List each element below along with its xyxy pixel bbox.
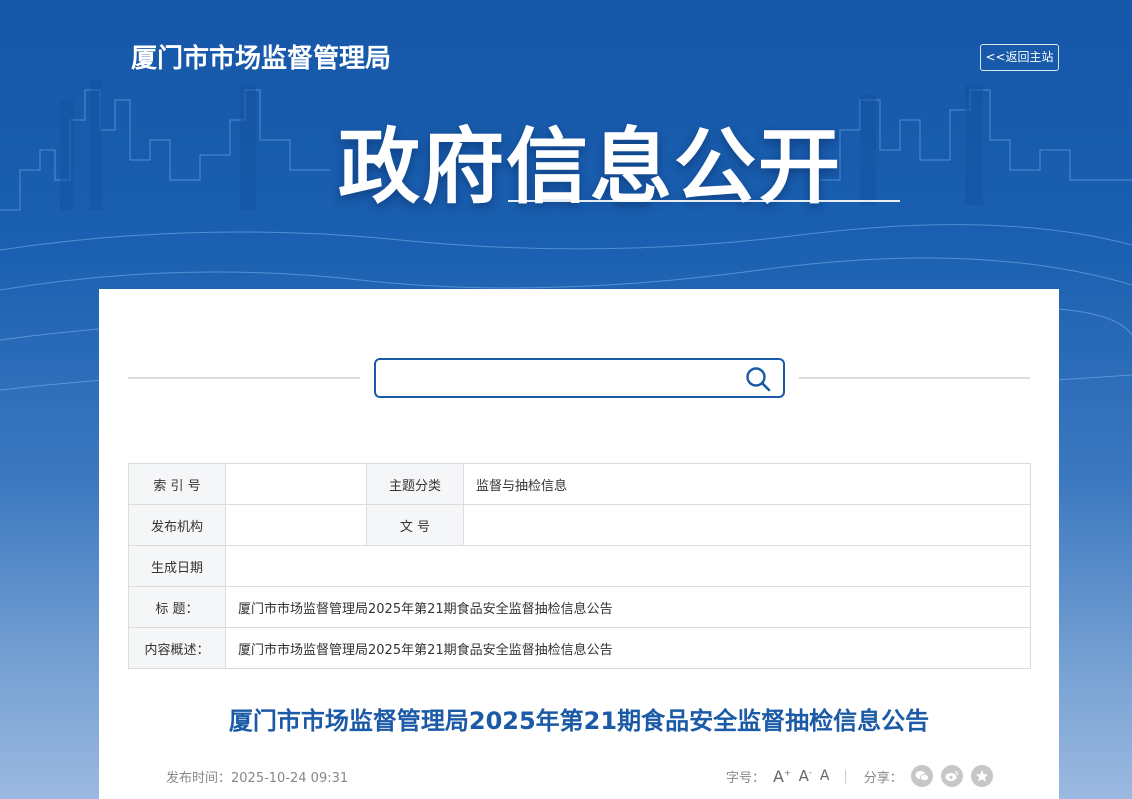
site-title: 厦门市市场监督管理局 bbox=[131, 44, 392, 74]
title-label: 标 题： bbox=[128, 586, 226, 628]
doc-no-value bbox=[463, 504, 1031, 546]
table-row: 内容概述： 厦门市市场监督管理局2025年第21期食品安全监督抽检信息公告 bbox=[128, 627, 1031, 669]
font-size-label: 字号： bbox=[726, 770, 766, 786]
font-size-medium-button[interactable]: A- bbox=[799, 767, 812, 785]
star-icon[interactable] bbox=[970, 765, 993, 787]
table-row: 发布机构 文 号 bbox=[128, 504, 1031, 546]
back-to-main-site-button[interactable]: <<返回主站 bbox=[980, 44, 1059, 71]
publish-time: 发布时间：2025-10-24 09:31 bbox=[166, 771, 349, 786]
search-box bbox=[374, 358, 785, 398]
topic-value: 监督与抽检信息 bbox=[463, 463, 1031, 505]
created-date-value bbox=[225, 545, 1031, 587]
article-tools: 字号： A+ A- A | 分享： bbox=[726, 763, 993, 789]
page-background: 厦门市市场监督管理局 <<返回主站 政府信息公开 索 引 号 主题分类 监督与抽… bbox=[0, 0, 1132, 799]
search-input[interactable] bbox=[384, 365, 734, 391]
article-title: 厦门市市场监督管理局2025年第21期食品安全监督抽检信息公告 bbox=[228, 707, 930, 735]
summary-value: 厦门市市场监督管理局2025年第21期食品安全监督抽检信息公告 bbox=[225, 627, 1031, 669]
summary-label: 内容概述： bbox=[128, 627, 226, 669]
index-no-label: 索 引 号 bbox=[128, 463, 226, 505]
publisher-value bbox=[225, 504, 367, 546]
document-metadata-table: 索 引 号 主题分类 监督与抽检信息 发布机构 文 号 生成日期 标 题： 厦门… bbox=[128, 463, 1031, 669]
created-date-label: 生成日期 bbox=[128, 545, 226, 587]
content-panel: 索 引 号 主题分类 监督与抽检信息 发布机构 文 号 生成日期 标 题： 厦门… bbox=[99, 289, 1059, 799]
font-size-large-button[interactable]: A+ bbox=[773, 767, 791, 786]
topic-label: 主题分类 bbox=[366, 463, 464, 505]
banner-underline bbox=[508, 200, 900, 202]
index-no-value bbox=[225, 463, 367, 505]
table-row: 索 引 号 主题分类 监督与抽检信息 bbox=[128, 463, 1031, 505]
table-row: 标 题： 厦门市市场监督管理局2025年第21期食品安全监督抽检信息公告 bbox=[128, 586, 1031, 628]
wechat-icon[interactable] bbox=[910, 765, 933, 787]
search-divider-right bbox=[799, 377, 1030, 379]
weibo-icon[interactable] bbox=[940, 765, 963, 787]
search-area bbox=[128, 358, 1030, 398]
font-medium-glyph: A bbox=[798, 767, 809, 785]
doc-no-label: 文 号 bbox=[366, 504, 464, 546]
publisher-label: 发布机构 bbox=[128, 504, 226, 546]
font-size-small-button[interactable]: A bbox=[820, 768, 830, 784]
font-large-glyph: A bbox=[773, 766, 784, 786]
search-icon[interactable] bbox=[744, 365, 772, 393]
tools-divider: | bbox=[843, 768, 848, 784]
share-label: 分享： bbox=[863, 770, 903, 786]
table-row: 生成日期 bbox=[128, 545, 1031, 587]
title-value: 厦门市市场监督管理局2025年第21期食品安全监督抽检信息公告 bbox=[225, 586, 1031, 628]
search-divider-left bbox=[128, 377, 360, 379]
